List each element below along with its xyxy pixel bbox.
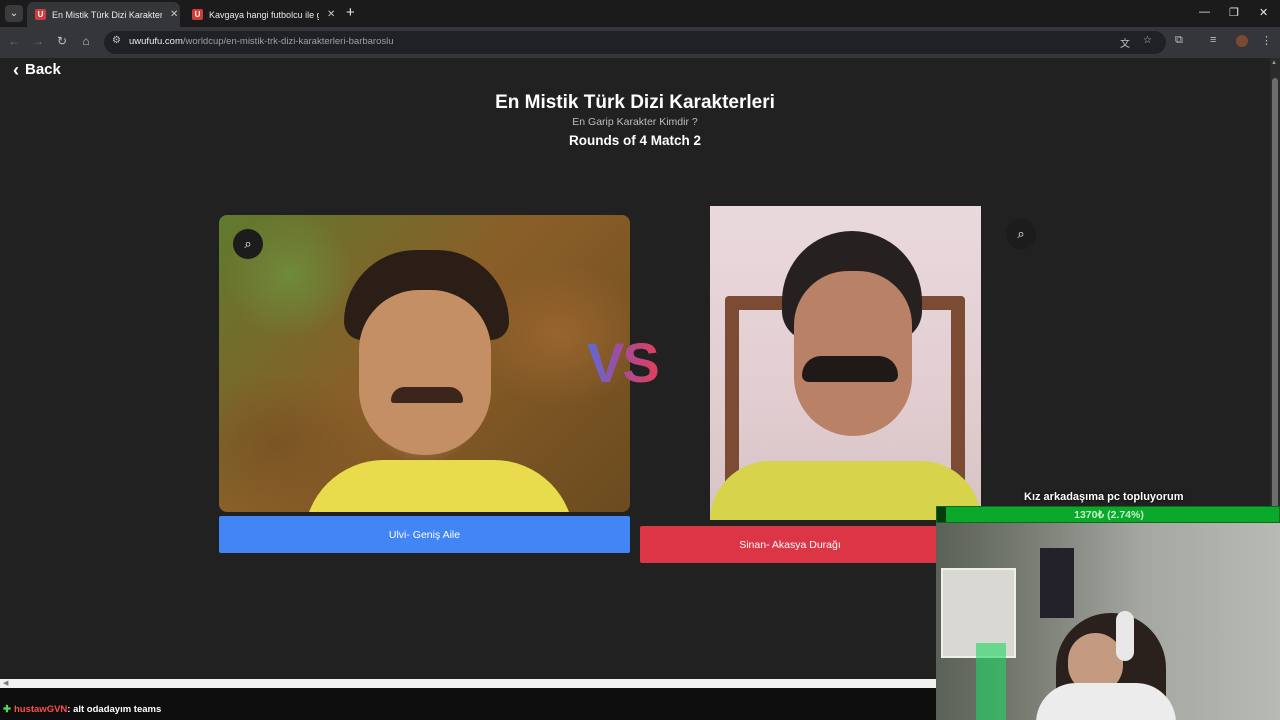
browser-toolbar: ← → ↻ ⌂ ⚙ uwufufu.com/worldcup/en-mistik… bbox=[0, 27, 1280, 58]
restore-icon[interactable]: ❐ bbox=[1229, 6, 1239, 19]
translate-icon[interactable]: 文 bbox=[1120, 35, 1130, 50]
right-image-mustache bbox=[802, 356, 898, 382]
close-tab-icon[interactable]: ✕ bbox=[170, 9, 178, 20]
site-info-icon[interactable]: ⚙ bbox=[112, 35, 121, 46]
address-bar[interactable]: ⚙ uwufufu.com/worldcup/en-mistik-trk-diz… bbox=[104, 31, 1166, 54]
page-subtitle: En Garip Karakter Kimdir ? bbox=[572, 116, 698, 128]
chat-text: : alt odadayım teams bbox=[67, 704, 162, 715]
close-window-icon[interactable]: ✕ bbox=[1259, 6, 1268, 19]
left-choice-button[interactable]: Ulvi- Geniş Aile bbox=[219, 516, 630, 553]
browser-chrome: ⌄ U En Mistik Türk Dizi Karakterleri ✕ U… bbox=[0, 0, 1280, 58]
scroll-up-icon[interactable]: ▲ bbox=[1271, 60, 1277, 66]
bookmark-star-icon[interactable]: ☆ bbox=[1143, 35, 1152, 46]
right-candidate-image[interactable] bbox=[710, 206, 981, 520]
home-icon[interactable]: ⌂ bbox=[78, 34, 94, 48]
webcam-led-light bbox=[976, 643, 1006, 720]
scrollbar-thumb[interactable] bbox=[1272, 78, 1278, 566]
left-image-mustache bbox=[391, 387, 463, 403]
close-tab-icon[interactable]: ✕ bbox=[327, 9, 335, 20]
uwufufu-favicon-icon: U bbox=[35, 9, 46, 20]
reload-icon[interactable]: ↻ bbox=[54, 34, 70, 48]
right-image-face bbox=[794, 271, 912, 436]
stream-chat-bar: ✚ hustawGVN: alt odadayım teams bbox=[0, 688, 936, 720]
donation-goal-bar: 1370₺ (2.74%) bbox=[936, 506, 1280, 523]
left-image-face bbox=[359, 290, 491, 455]
menu-dots-icon[interactable]: ⋮ bbox=[1261, 34, 1272, 47]
media-control-icon[interactable]: ≡ bbox=[1210, 34, 1216, 46]
back-button[interactable]: ‹ Back bbox=[13, 59, 61, 80]
tab-strip: ⌄ U En Mistik Türk Dizi Karakterleri ✕ U… bbox=[0, 0, 1280, 27]
donation-goal-progress: 1370₺ (2.74%) bbox=[1074, 509, 1144, 521]
chat-badge-icon: ✚ bbox=[3, 704, 11, 715]
forward-nav-icon[interactable]: → bbox=[30, 34, 46, 48]
right-choice-button[interactable]: Sinan- Akasya Durağı bbox=[640, 526, 940, 563]
back-nav-icon[interactable]: ← bbox=[6, 34, 22, 48]
tab-title: Kavgaya hangi futbolcu ile gide bbox=[209, 9, 319, 20]
tab-inactive[interactable]: U Kavgaya hangi futbolcu ile gide ✕ bbox=[184, 2, 337, 27]
round-indicator: Rounds of 4 Match 2 bbox=[568, 133, 701, 148]
page-title: En Mistik Türk Dizi Karakterleri bbox=[495, 92, 775, 113]
zoom-in-icon[interactable]: ⌕ bbox=[1006, 219, 1036, 249]
chat-message: ✚ hustawGVN: alt odadayım teams bbox=[3, 704, 161, 715]
webcam-poster bbox=[1040, 548, 1074, 618]
webcam-headset bbox=[1116, 611, 1134, 661]
new-tab-button[interactable]: + bbox=[346, 5, 355, 20]
chat-username: hustawGVN bbox=[13, 704, 68, 715]
tab-title: En Mistik Türk Dizi Karakterleri bbox=[52, 9, 162, 20]
zoom-in-icon[interactable]: ⌕ bbox=[233, 229, 263, 259]
extensions-icon[interactable]: ⧉ bbox=[1175, 34, 1183, 47]
tab-search-icon[interactable]: ⌄ bbox=[5, 5, 23, 22]
url-text[interactable]: uwufufu.com/worldcup/en-mistik-trk-dizi-… bbox=[129, 36, 394, 47]
streamer-webcam bbox=[936, 523, 1280, 720]
left-image-shirt bbox=[304, 460, 574, 512]
minimize-icon[interactable]: — bbox=[1199, 6, 1210, 18]
donation-goal-title: Kız arkadaşıma pc topluyorum bbox=[1024, 491, 1184, 503]
back-label: Back bbox=[25, 61, 61, 78]
vs-label: VS bbox=[587, 331, 660, 394]
horizontal-scrollbar[interactable]: ◀ bbox=[0, 679, 936, 688]
scroll-left-icon[interactable]: ◀ bbox=[3, 679, 8, 688]
left-candidate-image[interactable]: ⌕ bbox=[219, 215, 630, 512]
tab-active[interactable]: U En Mistik Türk Dizi Karakterleri ✕ bbox=[27, 2, 180, 27]
webcam-shirt bbox=[1036, 683, 1176, 720]
uwufufu-favicon-icon: U bbox=[192, 9, 203, 20]
chevron-left-icon: ‹ bbox=[13, 59, 19, 80]
profile-avatar[interactable] bbox=[1236, 35, 1248, 47]
